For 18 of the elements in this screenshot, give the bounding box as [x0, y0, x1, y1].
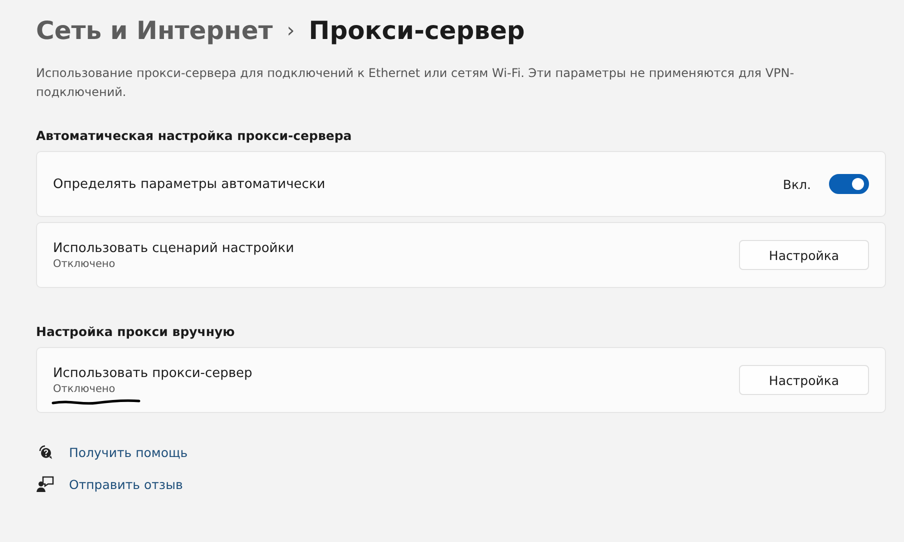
settings-button[interactable]: Настройка: [739, 365, 869, 395]
chevron-separator: ›: [286, 18, 295, 42]
section-heading: Настройка прокси вручную: [36, 324, 236, 339]
page-title: Прокси-сервер: [308, 16, 525, 44]
setting-status: Отключено: [53, 382, 116, 394]
description-text: Использование прокси-сервера для подключений к Ethernet или сетям Wi-Fi. Эти параметры не применяются для VPN-подключений.: [36, 65, 796, 101]
setting-title: Использовать сценарий настройки: [53, 240, 296, 256]
setting-status: Отключено: [53, 258, 116, 270]
setting-title: Использовать прокси-сервер: [53, 366, 254, 380]
toggle-state-label: Вкл.: [782, 176, 811, 192]
settings-button[interactable]: Настройка: [739, 240, 869, 270]
setting-title: Определять параметры автоматически: [53, 176, 326, 192]
link[interactable]: Получить помощь: [69, 444, 188, 460]
breadcrumb-parent[interactable]: Сеть и Интернет: [36, 16, 273, 44]
section-heading: Автоматическая настройка прокси-сервера: [36, 128, 353, 143]
toggle-switch[interactable]: [829, 174, 869, 194]
link[interactable]: Отправить отзыв: [69, 476, 183, 492]
feedback-icon: [36, 475, 54, 493]
